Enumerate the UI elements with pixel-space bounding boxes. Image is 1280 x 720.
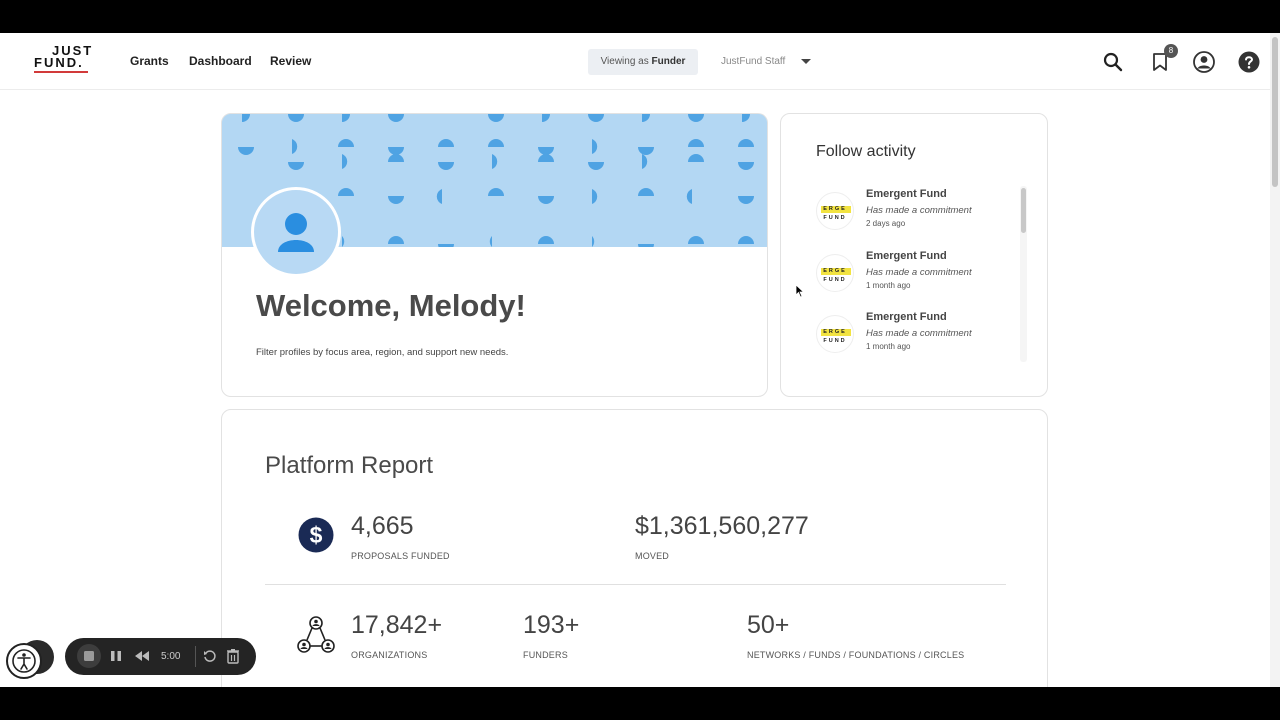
toolbar-divider bbox=[195, 646, 196, 667]
logo-underline bbox=[34, 71, 88, 73]
activity-scrollbar[interactable] bbox=[1020, 186, 1027, 362]
justfund-logo[interactable]: JUST FUND. bbox=[34, 44, 91, 73]
activity-scrollbar-thumb[interactable] bbox=[1021, 188, 1026, 233]
activity-description: Has made a commitment bbox=[866, 328, 972, 339]
account-icon[interactable] bbox=[1192, 50, 1216, 74]
recording-toolbar: 5:00 bbox=[65, 638, 256, 675]
logo-text-top: ERGE bbox=[823, 206, 847, 212]
activity-description: Has made a commitment bbox=[866, 205, 972, 216]
activity-item[interactable]: ERGE FUND Emergent Fund Has made a commi… bbox=[816, 311, 1021, 357]
page-scrollbar[interactable] bbox=[1270, 33, 1280, 687]
emergent-fund-logo: ERGE FUND bbox=[816, 254, 854, 292]
nav-review[interactable]: Review bbox=[270, 54, 311, 68]
activity-item[interactable]: ERGE FUND Emergent Fund Has made a commi… bbox=[816, 188, 1021, 234]
welcome-card: Welcome, Melody! Filter profiles by focu… bbox=[221, 113, 768, 397]
viewing-role: Funder bbox=[651, 56, 686, 67]
restart-icon[interactable] bbox=[203, 649, 217, 663]
user-icon bbox=[278, 213, 314, 252]
top-navigation: JUST FUND. Grants Dashboard Review Viewi… bbox=[0, 33, 1270, 90]
activity-org-name[interactable]: Emergent Fund bbox=[866, 311, 947, 323]
networks-value: 50+ bbox=[747, 611, 790, 639]
organizations-network-icon bbox=[297, 616, 335, 653]
recording-timer: 5:00 bbox=[161, 651, 181, 662]
emergent-fund-logo: ERGE FUND bbox=[816, 192, 854, 230]
logo-text-bottom: FUND bbox=[823, 338, 847, 344]
follow-activity-title: Follow activity bbox=[816, 143, 916, 160]
logo-line-2: FUND. bbox=[34, 55, 84, 70]
trash-icon[interactable] bbox=[226, 648, 240, 664]
activity-org-name[interactable]: Emergent Fund bbox=[866, 188, 947, 200]
activity-time: 1 month ago bbox=[866, 281, 911, 290]
logo-text-top: ERGE bbox=[823, 329, 847, 335]
follow-activity-card: Follow activity ERGE FUND Emergent Fund … bbox=[780, 113, 1048, 397]
chevron-down-icon[interactable] bbox=[801, 59, 811, 64]
help-icon[interactable] bbox=[1237, 50, 1261, 74]
logo-text-top: ERGE bbox=[823, 268, 847, 274]
logo-text-bottom: FUND bbox=[823, 277, 847, 283]
viewing-as-badge: Viewing as Funder bbox=[588, 49, 698, 75]
search-icon[interactable] bbox=[1101, 50, 1125, 74]
stop-icon[interactable] bbox=[77, 644, 101, 668]
organizations-label: ORGANIZATIONS bbox=[351, 650, 428, 660]
funders-value: 193+ bbox=[523, 611, 580, 639]
app-window: JUST FUND. Grants Dashboard Review Viewi… bbox=[0, 33, 1280, 687]
accessibility-icon bbox=[12, 649, 36, 673]
funders-label: FUNDERS bbox=[523, 650, 568, 660]
mouse-cursor-icon bbox=[795, 284, 805, 298]
welcome-title: Welcome, Melody! bbox=[256, 288, 526, 323]
notification-badge: 8 bbox=[1164, 44, 1178, 58]
svg-text:$: $ bbox=[310, 522, 323, 548]
proposals-funded-label: PROPOSALS FUNDED bbox=[351, 551, 450, 561]
networks-label: NETWORKS / FUNDS / FOUNDATIONS / CIRCLES bbox=[747, 650, 965, 660]
activity-description: Has made a commitment bbox=[866, 267, 972, 278]
activity-time: 2 days ago bbox=[866, 219, 906, 228]
welcome-subtitle: Filter profiles by focus area, region, a… bbox=[256, 347, 509, 358]
rewind-icon[interactable] bbox=[134, 649, 150, 663]
activity-org-name[interactable]: Emergent Fund bbox=[866, 250, 947, 262]
organizations-value: 17,842+ bbox=[351, 611, 443, 639]
platform-report-title: Platform Report bbox=[265, 452, 434, 479]
report-divider bbox=[265, 584, 1006, 585]
proposals-funded-value: 4,665 bbox=[351, 512, 414, 540]
nav-grants[interactable]: Grants bbox=[130, 54, 169, 68]
moved-value: $1,361,560,277 bbox=[635, 512, 809, 540]
activity-time: 1 month ago bbox=[866, 342, 911, 351]
dollar-icon: $ bbox=[298, 517, 334, 553]
emergent-fund-logo: ERGE FUND bbox=[816, 315, 854, 353]
viewing-prefix: Viewing as bbox=[600, 56, 649, 67]
profile-avatar[interactable] bbox=[251, 187, 341, 277]
nav-dashboard[interactable]: Dashboard bbox=[189, 54, 252, 68]
activity-item[interactable]: ERGE FUND Emergent Fund Has made a commi… bbox=[816, 250, 1021, 296]
page-scrollbar-thumb[interactable] bbox=[1272, 37, 1278, 187]
moved-label: MOVED bbox=[635, 551, 670, 561]
accessibility-button[interactable] bbox=[6, 643, 42, 679]
pause-icon[interactable] bbox=[109, 649, 123, 663]
logo-text-bottom: FUND bbox=[823, 215, 847, 221]
platform-report-card: Platform Report $ 4,665 PROPOSALS FUNDED… bbox=[221, 409, 1048, 687]
account-select[interactable]: JustFund Staff bbox=[721, 56, 785, 67]
